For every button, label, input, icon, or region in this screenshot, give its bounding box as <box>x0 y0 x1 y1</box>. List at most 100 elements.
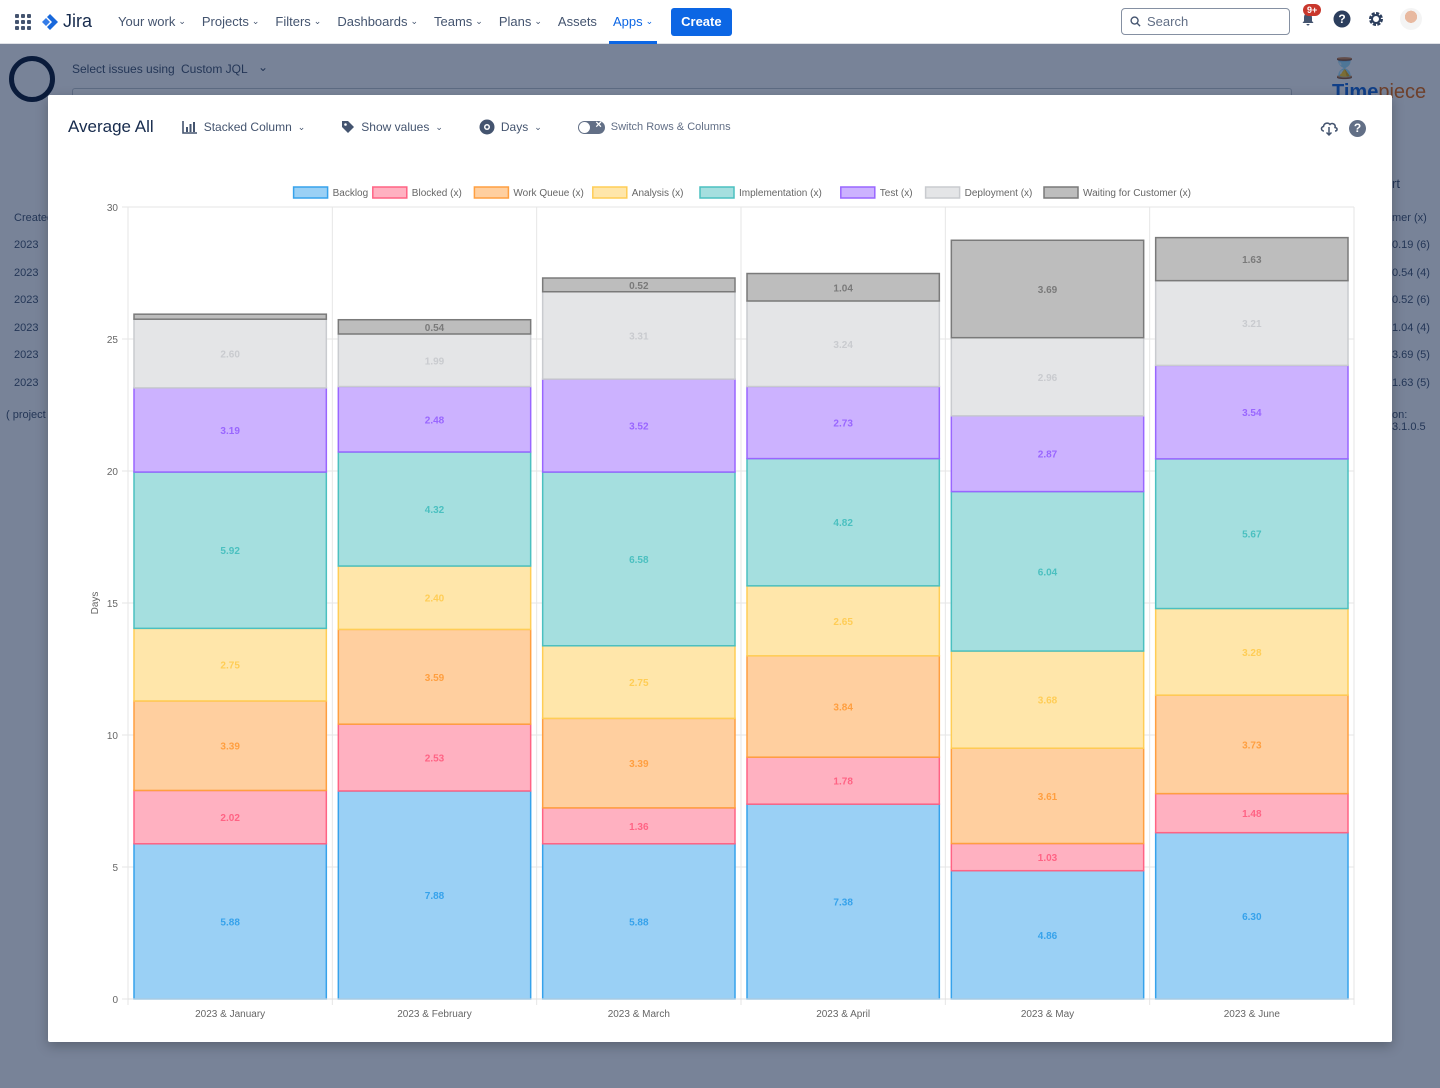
settings-button[interactable] <box>1366 9 1386 29</box>
nav-item-label: Apps <box>612 14 643 29</box>
x-tick-label: 2023 & March <box>608 1009 670 1020</box>
bar-value-label: 4.86 <box>1038 931 1058 942</box>
bar-value-label: 5.67 <box>1242 530 1262 541</box>
bar-value-label: 0.54 <box>425 323 445 334</box>
legend-swatch <box>1043 186 1079 199</box>
legend-swatch <box>473 186 510 199</box>
nav-item-label: Dashboards <box>337 14 408 29</box>
chevron-down-icon: ⌄ <box>178 16 186 26</box>
bar-value-label: 2.65 <box>833 617 853 628</box>
nav-item-your-work[interactable]: Your work ⌄ <box>110 0 194 44</box>
bar-value-label: 3.61 <box>1038 792 1058 803</box>
bar-value-label: 4.82 <box>833 518 853 529</box>
nav-item-label: Teams <box>434 14 473 29</box>
chevron-down-icon: ⌄ <box>313 16 322 26</box>
bar-value-label: 1.99 <box>425 356 445 367</box>
legend-label: Waiting for Customer (x) <box>1083 188 1191 199</box>
bar-value-label: 1.78 <box>833 777 853 788</box>
legend-swatch <box>292 186 329 199</box>
bar-value-label: 1.04 <box>833 283 853 294</box>
bar-value-label: 4.32 <box>425 505 445 516</box>
legend-label: Blocked (x) <box>412 188 462 199</box>
bar-value-label: 2.53 <box>425 754 445 765</box>
help-icon: ? <box>1333 10 1351 28</box>
bar-value-label: 3.39 <box>220 742 240 753</box>
bar-segment <box>133 313 328 320</box>
legend-label: Backlog <box>333 188 369 199</box>
nav-item-dashboards[interactable]: Dashboards ⌄ <box>329 0 426 44</box>
search-input[interactable]: Search <box>1121 8 1290 35</box>
nav-item-filters[interactable]: Filters ⌄ <box>267 0 329 44</box>
bar-value-label: 3.68 <box>1038 696 1058 707</box>
gear-icon <box>1369 12 1383 26</box>
legend-label: Analysis (x) <box>632 188 684 199</box>
x-tick-label: 2023 & January <box>195 1009 265 1020</box>
create-button[interactable]: Create <box>671 7 732 36</box>
user-avatar[interactable] <box>1400 8 1422 30</box>
bar-value-label: 0.52 <box>629 281 649 292</box>
bar-value-label: 6.30 <box>1242 912 1262 923</box>
bar-value-label: 5.88 <box>220 917 240 928</box>
bar-value-label: 1.48 <box>1242 809 1262 820</box>
chevron-down-icon: ⌄ <box>534 16 542 26</box>
nav-menu: Your work ⌄ Projects ⌄ Filters ⌄ Dashboards ⌄ Te… <box>110 0 661 44</box>
y-tick-label: 15 <box>107 599 119 610</box>
bar-value-label: 3.28 <box>1242 648 1262 659</box>
bar-value-label: 2.96 <box>1038 373 1058 384</box>
x-tick-label: 2023 & May <box>1021 1009 1074 1020</box>
search-placeholder: Search <box>1147 14 1189 29</box>
bar-value-label: 7.88 <box>425 891 445 902</box>
y-tick-label: 20 <box>107 467 119 478</box>
bar-value-label: 5.92 <box>220 546 240 557</box>
top-navigation: Jira Your work ⌄ Projects ⌄ Filters ⌄ Dashboar… <box>0 0 1440 44</box>
bar-value-label: 3.54 <box>1242 408 1262 419</box>
bar-value-label: 3.31 <box>629 331 649 342</box>
bar-value-label: 3.39 <box>629 759 649 770</box>
nav-item-teams[interactable]: Teams ⌄ <box>426 0 491 44</box>
bar-value-label: 1.03 <box>1038 853 1058 864</box>
bar-value-label: 6.58 <box>629 555 649 566</box>
legend-swatch <box>372 186 408 199</box>
nav-item-label: Your work <box>118 14 176 29</box>
legend-label: Work Queue (x) <box>513 188 583 199</box>
legend-label: Test (x) <box>880 188 913 199</box>
chevron-down-icon: ⌄ <box>475 16 483 26</box>
nav-item-apps[interactable]: Apps ⌄ <box>605 0 661 44</box>
bar-value-label: 5.88 <box>629 917 649 928</box>
nav-item-projects[interactable]: Projects ⌄ <box>194 0 268 44</box>
bar-value-label: 2.40 <box>425 594 445 605</box>
bar-value-label: 1.36 <box>629 822 649 833</box>
bar-value-label: 3.24 <box>833 340 853 351</box>
y-tick-label: 5 <box>112 863 118 874</box>
bar-value-label: 2.87 <box>1038 450 1058 461</box>
chart-modal: Average All Stacked Column ⌄ Show values… <box>48 95 1392 1042</box>
legend-swatch <box>592 186 628 199</box>
legend-swatch <box>699 186 735 199</box>
nav-item-label: Assets <box>557 14 597 29</box>
stacked-column-chart: 0 5 10 15 20 25 30 Days 5.88 2.02 3.39 2.75 5.92 3.19… <box>90 186 1355 1020</box>
x-tick-label: 2023 & April <box>816 1009 870 1020</box>
bar-value-label: 2.48 <box>425 415 445 426</box>
nav-item-label: Plans <box>498 14 532 29</box>
help-button[interactable]: ? <box>1332 9 1352 29</box>
bar-value-label: 3.52 <box>629 422 649 433</box>
bar-value-label: 6.04 <box>1038 567 1058 578</box>
bar-value-label: 1.63 <box>1242 255 1262 266</box>
bar-value-label: 3.73 <box>1242 740 1262 751</box>
legend-swatch <box>924 186 961 199</box>
chevron-down-icon: ⌄ <box>410 16 418 26</box>
y-tick-label: 25 <box>107 335 119 346</box>
app-switcher-icon[interactable] <box>15 13 31 30</box>
legend-swatch <box>840 186 876 199</box>
bar-value-label: 3.84 <box>833 702 853 713</box>
bar-value-label: 3.21 <box>1242 319 1262 330</box>
notifications-button[interactable]: 9+ <box>1298 4 1322 29</box>
bar-value-label: 2.73 <box>833 419 853 430</box>
nav-item-label: Filters <box>275 14 311 29</box>
nav-item-plans[interactable]: Plans ⌄ <box>491 0 550 44</box>
jira-logo[interactable]: Jira <box>41 11 92 32</box>
chevron-down-icon: ⌄ <box>251 16 260 26</box>
nav-item-assets[interactable]: Assets <box>550 0 605 44</box>
notifications-badge: 9+ <box>1303 4 1322 16</box>
svg-text:?: ? <box>1338 12 1345 26</box>
